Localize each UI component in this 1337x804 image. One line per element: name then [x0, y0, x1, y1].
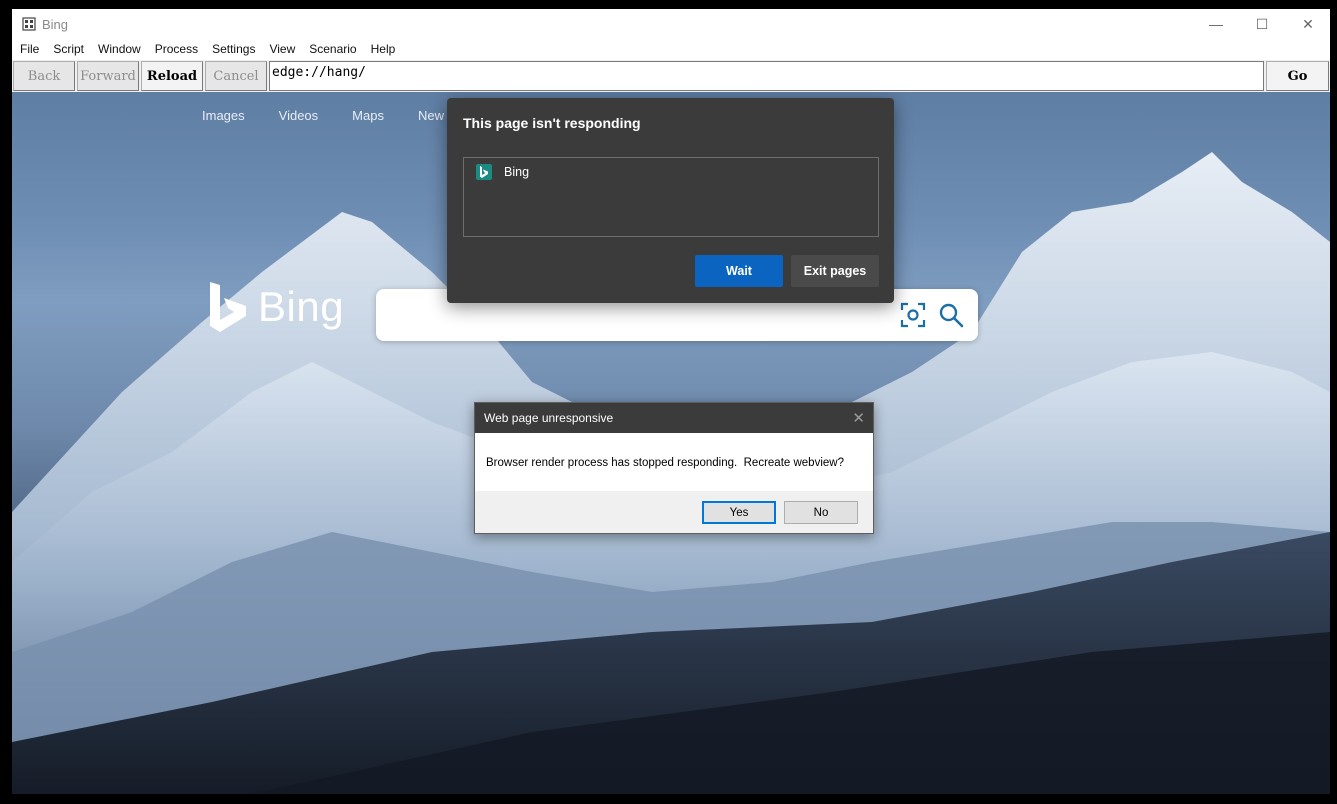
- close-icon[interactable]: ✕: [852, 409, 865, 427]
- messagebox-body: Browser render process has stopped respo…: [475, 433, 873, 491]
- menu-bar: File Script Window Process Settings View…: [12, 40, 401, 60]
- title-bar[interactable]: Bing — ☐ ✕: [12, 9, 1330, 39]
- menu-settings[interactable]: Settings: [204, 40, 261, 60]
- menu-file[interactable]: File: [12, 40, 45, 60]
- bing-logo: Bing: [208, 280, 344, 334]
- nav-videos[interactable]: Videos: [279, 108, 319, 123]
- cancel-button[interactable]: Cancel: [205, 61, 267, 91]
- menu-process[interactable]: Process: [147, 40, 204, 60]
- messagebox-title: Web page unresponsive: [484, 411, 614, 425]
- menu-scenario[interactable]: Scenario: [301, 40, 362, 60]
- menu-view[interactable]: View: [261, 40, 301, 60]
- exit-pages-button[interactable]: Exit pages: [791, 255, 879, 287]
- nav-news[interactable]: New: [418, 108, 444, 123]
- unresponsive-pages-list: Bing: [463, 157, 879, 237]
- menu-window[interactable]: Window: [90, 40, 147, 60]
- dialog-title: This page isn't responding: [463, 115, 641, 131]
- search-icon[interactable]: [938, 302, 964, 328]
- close-icon: ✕: [1302, 15, 1314, 32]
- nav-maps[interactable]: Maps: [352, 108, 384, 123]
- forward-button[interactable]: Forward: [77, 61, 139, 91]
- messagebox-title-bar[interactable]: Web page unresponsive ✕: [475, 403, 873, 433]
- webview-content[interactable]: Images Videos Maps New Bing This page is…: [12, 92, 1330, 794]
- reload-button[interactable]: Reload: [141, 61, 203, 91]
- window-title: Bing: [42, 17, 69, 32]
- toolbar: Back Forward Reload Cancel edge://hang/ …: [12, 60, 1330, 92]
- no-button[interactable]: No: [784, 501, 858, 524]
- nav-images[interactable]: Images: [202, 108, 245, 123]
- app-window-frame: Bing — ☐ ✕ File Script Window Process Se…: [0, 0, 1337, 804]
- menu-script[interactable]: Script: [45, 40, 90, 60]
- bing-favicon-glyph-icon: [480, 166, 488, 178]
- bing-nav: Images Videos Maps New: [202, 108, 478, 123]
- close-button[interactable]: ✕: [1285, 9, 1331, 39]
- bing-favicon-icon: [476, 164, 492, 180]
- minimize-button[interactable]: —: [1193, 9, 1239, 39]
- maximize-icon: ☐: [1255, 15, 1269, 32]
- app-window: Bing — ☐ ✕ File Script Window Process Se…: [12, 9, 1330, 794]
- bing-logo-icon: [210, 282, 246, 332]
- go-button[interactable]: Go: [1266, 61, 1329, 91]
- maximize-button[interactable]: ☐: [1239, 9, 1285, 39]
- address-bar-input[interactable]: edge://hang/: [269, 61, 1264, 91]
- minimize-icon: —: [1209, 16, 1223, 32]
- back-button[interactable]: Back: [13, 61, 75, 91]
- messagebox-text: Browser render process has stopped respo…: [486, 457, 844, 469]
- list-item: Bing: [504, 165, 530, 179]
- wait-button[interactable]: Wait: [695, 255, 783, 287]
- visual-search-icon[interactable]: [900, 302, 926, 328]
- yes-button[interactable]: Yes: [702, 501, 776, 524]
- bing-logo-text: Bing: [258, 283, 345, 330]
- menu-help[interactable]: Help: [363, 40, 402, 60]
- web-page-unresponsive-messagebox: Web page unresponsive ✕ Browser render p…: [474, 402, 874, 534]
- app-icon: [22, 17, 36, 31]
- page-unresponsive-dialog: This page isn't responding Bing Wait Exi…: [447, 98, 894, 303]
